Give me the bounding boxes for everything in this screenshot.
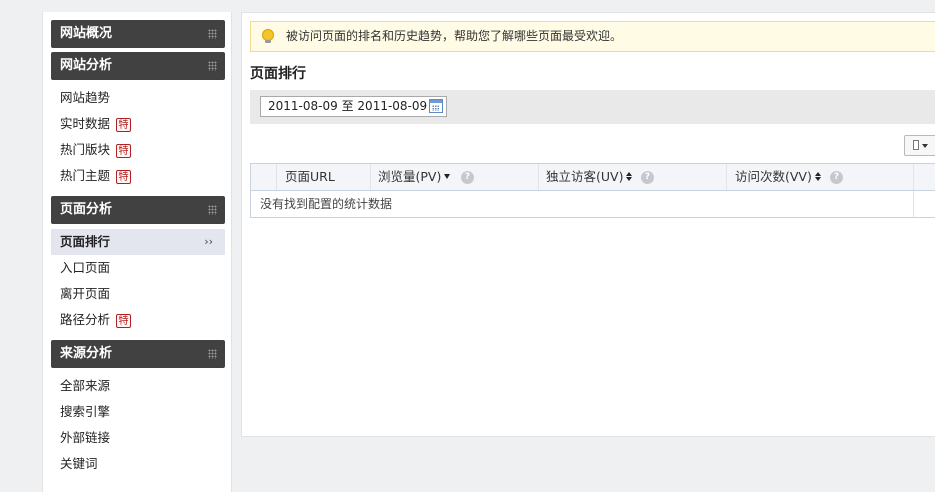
sidebar-item-label: 全部来源 <box>60 378 111 393</box>
tip-banner: 被访问页面的排名和历史趋势，帮助您了解哪些页面最受欢迎。 <box>250 21 935 52</box>
grip-icon <box>208 61 217 71</box>
sidebar-item-label: 搜索引擎 <box>60 404 111 419</box>
date-to: 2011-08-09 <box>357 99 428 113</box>
help-icon[interactable]: ? <box>641 171 654 184</box>
sidebar-item-exit-pages[interactable]: 离开页面 <box>51 281 225 307</box>
help-icon[interactable]: ? <box>830 171 843 184</box>
date-separator: 至 <box>341 99 354 113</box>
sidebar-item-hot-topics[interactable]: 热门主题特 <box>51 163 225 189</box>
section-title: 页面分析 <box>60 202 113 217</box>
sidebar-item-label: 关键词 <box>60 456 98 471</box>
column-label: 页面URL <box>285 169 335 184</box>
column-header-uv[interactable]: 独立访客(UV) ? <box>539 164 727 190</box>
lightbulb-icon <box>262 29 274 43</box>
grip-icon <box>208 29 217 39</box>
sidebar-item-label: 页面排行 <box>60 234 111 249</box>
sidebar-item-external-links[interactable]: 外部链接 <box>51 425 225 451</box>
main-panel: 被访问页面的排名和历史趋势，帮助您了解哪些页面最受欢迎。 页面排行 2011-0… <box>241 12 935 437</box>
sidebar: 网站概况 网站分析 网站趋势 实时数据特 热门版块特 热门主题特 页面分析 页面… <box>42 12 232 492</box>
sidebar-item-all-sources[interactable]: 全部来源 <box>51 373 225 399</box>
document-icon <box>913 140 919 150</box>
section-title: 网站概况 <box>60 26 113 41</box>
special-badge: 特 <box>116 117 132 132</box>
section-title: 来源分析 <box>60 346 113 361</box>
sidebar-item-label: 实时数据 <box>60 116 111 131</box>
caret-down-icon <box>922 144 928 148</box>
section-header-source-analysis[interactable]: 来源分析 <box>51 340 225 368</box>
date-from: 2011-08-09 <box>268 99 338 113</box>
sort-desc-icon <box>444 174 451 179</box>
sidebar-item-label: 网站趋势 <box>60 90 111 105</box>
column-label: 访问次数(VV) <box>735 169 812 184</box>
sidebar-item-label: 外部链接 <box>60 430 111 445</box>
column-label: 浏览量(PV) <box>378 169 442 184</box>
date-filter-bar: 2011-08-09 至 2011-08-09 <box>250 90 935 124</box>
grip-icon <box>208 349 217 359</box>
column-header-url: 页面URL <box>277 164 371 190</box>
grip-icon <box>208 205 217 215</box>
sidebar-item-path-analysis[interactable]: 路径分析特 <box>51 307 225 333</box>
section-header-site-analysis[interactable]: 网站分析 <box>51 52 225 80</box>
special-badge: 特 <box>116 143 132 158</box>
sidebar-item-keywords[interactable]: 关键词 <box>51 451 225 477</box>
sidebar-item-label: 热门版块 <box>60 142 111 157</box>
section-header-page-analysis[interactable]: 页面分析 <box>51 196 225 224</box>
sidebar-item-site-trend[interactable]: 网站趋势 <box>51 85 225 111</box>
help-icon[interactable]: ? <box>461 171 474 184</box>
column-header-vv[interactable]: 访问次数(VV) ? <box>727 164 914 190</box>
special-badge: 特 <box>116 313 132 328</box>
sidebar-item-realtime[interactable]: 实时数据特 <box>51 111 225 137</box>
special-badge: 特 <box>116 169 132 184</box>
column-label: 独立访客(UV) <box>546 169 624 184</box>
sidebar-item-entry-pages[interactable]: 入口页面 <box>51 255 225 281</box>
column-header-pv[interactable]: 浏览量(PV) ? <box>371 164 539 190</box>
sidebar-item-hot-boards[interactable]: 热门版块特 <box>51 137 225 163</box>
page-title: 页面排行 <box>250 66 306 82</box>
table-header: 页面URL 浏览量(PV) ? 独立访客(UV) ? 访问次数(VV) ? <box>251 164 935 191</box>
date-range-input[interactable]: 2011-08-09 至 2011-08-09 <box>260 96 447 117</box>
chevron-right-icon: ›› <box>204 235 213 248</box>
section-title: 网站分析 <box>60 58 113 73</box>
page-ranking-table: 页面URL 浏览量(PV) ? 独立访客(UV) ? 访问次数(VV) ? 没有… <box>250 163 935 218</box>
sidebar-item-search-engines[interactable]: 搜索引擎 <box>51 399 225 425</box>
column-header-index <box>251 164 277 190</box>
sidebar-item-label: 热门主题 <box>60 168 111 183</box>
empty-message: 没有找到配置的统计数据 <box>251 191 914 217</box>
calendar-icon[interactable] <box>429 99 443 113</box>
sidebar-item-page-ranking[interactable]: 页面排行 ›› <box>51 229 225 255</box>
sidebar-item-label: 路径分析 <box>60 312 111 327</box>
sidebar-item-label: 入口页面 <box>60 260 111 275</box>
sidebar-item-label: 离开页面 <box>60 286 111 301</box>
tip-text: 被访问页面的排名和历史趋势，帮助您了解哪些页面最受欢迎。 <box>286 29 623 43</box>
section-header-overview[interactable]: 网站概况 <box>51 20 225 48</box>
export-menu-button[interactable] <box>904 135 935 156</box>
sort-icon <box>626 172 633 182</box>
sort-icon <box>814 172 822 182</box>
